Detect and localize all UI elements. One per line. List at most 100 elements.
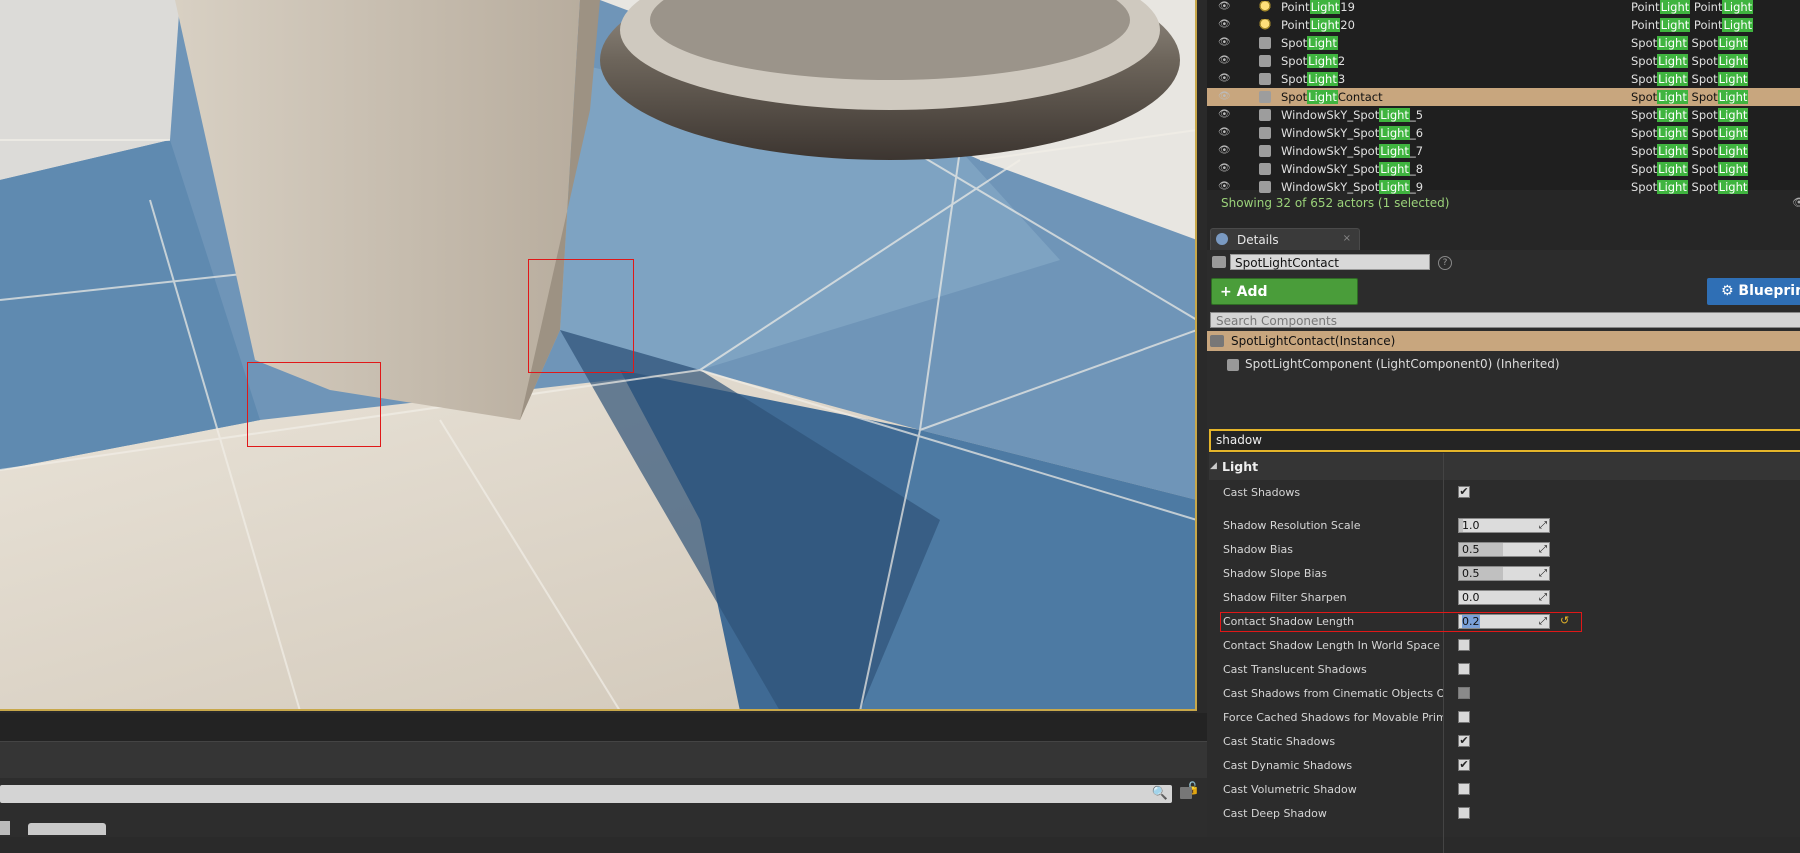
outliner-row[interactable]: 👁 PointLight20 PointLight PointLight: [1207, 16, 1800, 34]
outliner-row[interactable]: 👁 SpotLightContact SpotLight SpotLight: [1207, 88, 1800, 106]
details-info-icon: [1216, 233, 1228, 245]
search-components-input[interactable]: Search Components: [1210, 312, 1800, 328]
help-icon[interactable]: ?: [1438, 256, 1452, 270]
label-part: WindowSkY_Spot: [1281, 180, 1380, 194]
search-match-highlight: Light: [1379, 108, 1410, 122]
visibility-eye-icon[interactable]: 👁: [1218, 106, 1232, 124]
expand-icon[interactable]: ⤢: [1539, 543, 1547, 556]
actor-label: SpotLightContact: [1281, 88, 1383, 106]
blueprint-button[interactable]: ⚙ Blueprint: [1707, 278, 1800, 305]
details-search-input[interactable]: shadow: [1209, 429, 1800, 452]
search-match-highlight: Light: [1717, 90, 1749, 104]
property-checkbox[interactable]: [1458, 711, 1470, 723]
property-label: Force Cached Shadows for Movable Primiti…: [1223, 711, 1443, 724]
property-checkbox[interactable]: [1458, 807, 1470, 819]
outliner-row[interactable]: 👁 WindowSkY_SpotLight_8 SpotLight SpotLigh…: [1207, 160, 1800, 178]
type-part: Spot: [1687, 36, 1718, 50]
expand-icon[interactable]: ⤢: [1539, 591, 1547, 604]
property-label: Cast Translucent Shadows: [1223, 663, 1367, 676]
asset-thumbnail[interactable]: [28, 823, 106, 835]
component-label: SpotLightComponent (LightComponent0) (In…: [1245, 357, 1560, 371]
visibility-eye-icon[interactable]: 👁: [1218, 34, 1232, 52]
search-match-highlight: Light: [1379, 144, 1410, 158]
visibility-eye-icon[interactable]: 👁: [1218, 142, 1232, 160]
property-checkbox[interactable]: [1458, 663, 1470, 675]
type-part: Spot: [1631, 144, 1658, 158]
visibility-eye-icon[interactable]: 👁: [1218, 70, 1232, 88]
visibility-eye-icon[interactable]: 👁: [1218, 16, 1232, 34]
add-component-button[interactable]: + Add Component ▾: [1211, 278, 1358, 327]
component-tree-instance[interactable]: SpotLightContact(Instance): [1207, 331, 1800, 351]
actor-type: SpotLight SpotLight: [1631, 88, 1749, 106]
spotlight-actor-icon: [1212, 256, 1226, 268]
type-part: Spot: [1687, 126, 1718, 140]
annotation-highlight-box: [1220, 612, 1582, 632]
actor-type: SpotLight SpotLight: [1631, 124, 1749, 142]
level-viewport[interactable]: [0, 0, 1197, 711]
outliner-row[interactable]: 👁 SpotLight SpotLight SpotLight: [1207, 34, 1800, 52]
actor-label: WindowSkY_SpotLight_6: [1281, 124, 1423, 142]
search-match-highlight: Light: [1657, 180, 1688, 194]
visibility-eye-icon[interactable]: 👁: [1218, 124, 1232, 142]
category-light[interactable]: ◢ Light: [1209, 453, 1800, 480]
outliner-row[interactable]: 👁 WindowSkY_SpotLight_7 SpotLight SpotLigh…: [1207, 142, 1800, 160]
outliner-row[interactable]: 👁 PointLight19 PointLight PointLight: [1207, 0, 1800, 16]
save-icon[interactable]: [1180, 787, 1192, 799]
view-options-eye-icon[interactable]: 👁: [1792, 196, 1800, 209]
property-checkbox[interactable]: [1458, 639, 1470, 651]
outliner-row[interactable]: 👁 WindowSkY_SpotLight_5 SpotLight SpotLigh…: [1207, 106, 1800, 124]
search-match-highlight: Light: [1717, 144, 1749, 158]
actor-type: SpotLight SpotLight: [1631, 142, 1749, 160]
search-match-highlight: Light: [1307, 36, 1338, 50]
actor-label: SpotLight: [1281, 34, 1338, 52]
visibility-eye-icon[interactable]: 👁: [1218, 0, 1232, 16]
visibility-eye-icon[interactable]: 👁: [1218, 52, 1232, 70]
type-part: Point: [1690, 18, 1723, 32]
collapse-arrow-icon[interactable]: ◢: [1210, 461, 1217, 471]
actor-type: PointLight PointLight: [1631, 0, 1754, 16]
tab-details[interactable]: Details ×: [1210, 228, 1360, 250]
property-number-field[interactable]: 0.0 ⤢: [1458, 590, 1550, 605]
spot-light-icon: [1259, 73, 1271, 85]
outliner-row[interactable]: 👁 WindowSkY_SpotLight_6 SpotLight SpotLigh…: [1207, 124, 1800, 142]
type-part: Spot: [1631, 162, 1658, 176]
property-number-field[interactable]: 0.5 ⤢: [1458, 542, 1550, 557]
expand-icon[interactable]: ⤢: [1539, 519, 1547, 532]
outliner-row[interactable]: 👁 SpotLight2 SpotLight SpotLight: [1207, 52, 1800, 70]
expand-icon[interactable]: ⤢: [1539, 567, 1547, 580]
label-part: Spot: [1281, 72, 1308, 86]
property-checkbox[interactable]: ✔: [1458, 486, 1470, 498]
label-part: WindowSkY_Spot: [1281, 126, 1380, 140]
property-checkbox[interactable]: [1458, 687, 1470, 699]
actor-type: SpotLight SpotLight: [1631, 34, 1749, 52]
content-search-bar[interactable]: 🔍: [0, 785, 1192, 803]
asset-thumbnail[interactable]: [0, 821, 10, 835]
actor-name-field[interactable]: SpotLightContact: [1230, 254, 1430, 270]
search-match-highlight: Light: [1659, 18, 1691, 32]
property-checkbox[interactable]: ✔: [1458, 735, 1470, 747]
label-part: _9: [1409, 180, 1424, 194]
property-number-field[interactable]: 0.5 ⤢: [1458, 566, 1550, 581]
search-match-highlight: Light: [1659, 0, 1691, 14]
outliner-row[interactable]: 👁 WindowSkY_SpotLight_9 SpotLight SpotLigh…: [1207, 178, 1800, 196]
property-checkbox[interactable]: [1458, 783, 1470, 795]
outliner-footer: Showing 32 of 652 actors (1 selected): [1221, 196, 1450, 210]
visibility-eye-icon[interactable]: 👁: [1218, 160, 1232, 178]
visibility-eye-icon[interactable]: 👁: [1218, 88, 1232, 106]
search-icon[interactable]: 🔍: [1152, 785, 1168, 803]
label-part: Point: [1281, 0, 1310, 14]
close-icon[interactable]: ×: [1343, 233, 1351, 244]
viewport-scene: [0, 0, 1195, 709]
actor-label: WindowSkY_SpotLight_7: [1281, 142, 1423, 160]
property-checkbox[interactable]: ✔: [1458, 759, 1470, 771]
property-number-field[interactable]: 1.0 ⤢: [1458, 518, 1550, 533]
point-light-icon: [1259, 19, 1271, 31]
actor-label: WindowSkY_SpotLight_8: [1281, 160, 1423, 178]
visibility-eye-icon[interactable]: 👁: [1218, 178, 1232, 196]
spot-light-icon: [1259, 55, 1271, 67]
search-match-highlight: Light: [1717, 162, 1749, 176]
actor-label: SpotLight2: [1281, 52, 1345, 70]
label-part: Spot: [1281, 36, 1308, 50]
outliner-row[interactable]: 👁 SpotLight3 SpotLight SpotLight: [1207, 70, 1800, 88]
spotlight-component-icon: [1227, 359, 1239, 371]
